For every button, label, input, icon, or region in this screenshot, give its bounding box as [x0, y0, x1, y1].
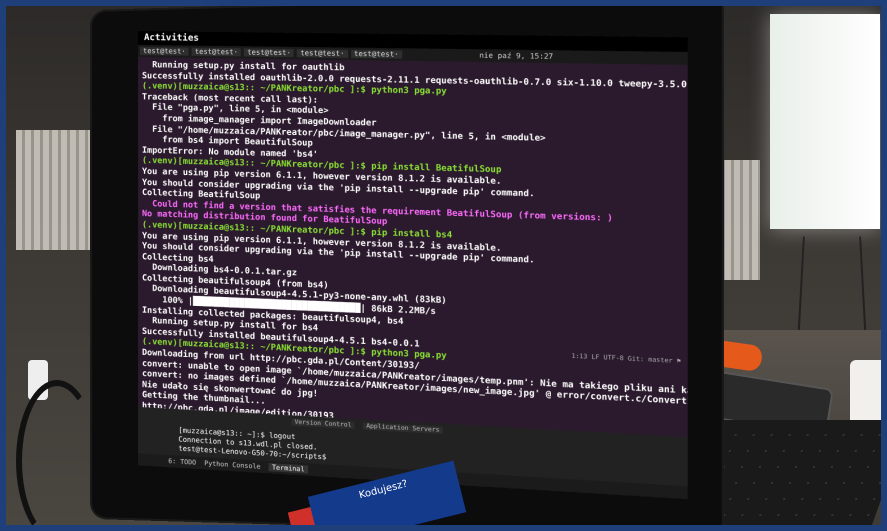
- terminal-tab[interactable]: test@test·: [140, 46, 189, 56]
- terminal-tab[interactable]: test@test·: [297, 49, 348, 58]
- terminal-output[interactable]: Running setup.py install for oauthlib Suc…: [138, 57, 688, 466]
- photo: Activities test@test· test@test· test@te…: [0, 0, 887, 531]
- cable: [16, 380, 98, 531]
- toolbar-terminal[interactable]: Terminal: [268, 463, 308, 474]
- panel-tab-application-servers[interactable]: Application Servers: [363, 422, 443, 435]
- panel-tab-version-control[interactable]: Version Control: [291, 418, 355, 430]
- laptop-screen: Activities test@test· test@test· test@te…: [137, 30, 688, 500]
- terminal-tab[interactable]: test@test·: [244, 48, 295, 58]
- activities-button[interactable]: Activities: [144, 33, 199, 44]
- toolbar-todo[interactable]: 6: TODO: [168, 457, 196, 467]
- terminal-tab[interactable]: test@test·: [350, 49, 402, 59]
- projector-screen: [770, 14, 880, 229]
- toolbar-python-console[interactable]: Python Console: [204, 459, 260, 471]
- clock: nie paź 9, 15:27: [479, 51, 554, 61]
- laptop: Activities test@test· test@test· test@te…: [92, 0, 722, 531]
- terminal-tab[interactable]: test@test·: [191, 47, 242, 57]
